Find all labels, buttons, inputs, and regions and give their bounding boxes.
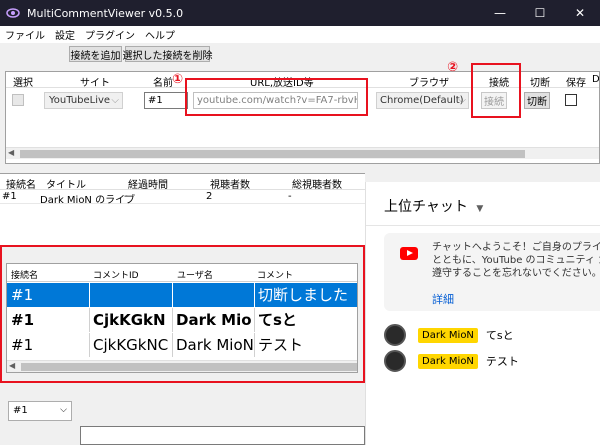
col-total-viewers: 総視聴者数 [292,180,342,191]
menu-help[interactable]: ヘルプ [140,27,180,42]
details-link[interactable]: 詳細 [432,291,454,307]
chevron-down-icon: ⌵ [60,405,67,415]
window-title: MultiCommentViewer v0.5.0 [27,6,184,20]
add-connection-button[interactable]: 接続を追加 [69,46,122,62]
menu-plugins[interactable]: プラグイン [80,27,140,42]
col-name: 名前 [153,78,173,89]
stream-info-grid: 接続名 タイトル 経過時間 視聴者数 総視聴者数 #1 Dark MioN のラ… [0,173,365,245]
comment-input[interactable] [80,426,365,445]
annotation-number-2: ② [447,60,459,75]
divider [366,225,600,226]
welcome-banner: チャットへようこそ！ご自身のプライ とともに、YouTube のコミュニティ ガ… [384,233,600,311]
close-button[interactable]: ✕ [560,0,600,26]
col-connection-name: 接続名 [6,180,36,191]
site-select-value: YouTubeLive [49,95,111,106]
annotation-box-comments [0,245,365,383]
name-input[interactable]: #1 [144,92,188,109]
stream-info-header: 接続名 タイトル 経過時間 視聴者数 総視聴者数 [0,174,365,191]
col-browser: ブラウザ [409,78,449,89]
browser-select-value: Chrome(Default) [380,95,464,106]
col-site: サイト [80,78,110,89]
chat-message[interactable]: Dark MioN テスト [384,349,519,373]
col-disconnect: 切断 [530,78,550,89]
welcome-text: チャットへようこそ！ご自身のプライ とともに、YouTube のコミュニティ ガ… [432,242,600,279]
author-badge: Dark MioN [418,353,478,369]
chat-message[interactable]: Dark MioN てsと [384,323,514,347]
site-select[interactable]: YouTubeLive ⌵ [44,92,123,109]
message-text: テスト [485,355,519,368]
title-bar: MultiCommentViewer v0.5.0 — ☐ ✕ [0,0,600,26]
avatar [384,324,406,346]
stream-row[interactable]: #1 Dark MioN のライブ - 2 - [0,190,365,206]
annotation-number-1: ① [172,72,184,87]
delete-selected-connection-button[interactable]: 選択した接続を削除 [123,46,213,62]
connection-select-value: #1 [13,405,28,416]
author-badge: Dark MioN [418,327,478,343]
chat-mode-dropdown[interactable]: 上位チャット ▼ [384,196,483,216]
chevron-down-icon: ⌵ [111,95,119,106]
select-checkbox[interactable] [12,94,24,106]
col-save: 保存 [566,78,586,89]
toolbar: 接続を追加 選択した接続を削除 [0,43,600,65]
message-text: てsと [485,329,514,342]
app-logo-icon [6,8,20,18]
browser-select[interactable]: Chrome(Default) ⌵ [376,92,469,109]
save-checkbox[interactable] [565,94,577,106]
youtube-chat-panel: 上位チャット ▼ チャットへようこそ！ご自身のプライ とともに、YouTube … [365,182,600,445]
chat-mode-label: 上位チャット [384,199,468,215]
menu-bar: ファイル 設定 プラグイン ヘルプ [0,26,600,43]
connections-hscrollbar[interactable]: ◀ [6,147,599,159]
chevron-down-icon: ⌵ [458,95,466,106]
menu-settings[interactable]: 設定 [50,27,80,42]
col-title: タイトル [46,180,86,191]
annotation-box-connect [471,63,521,118]
annotation-box-url [185,78,368,116]
col-viewers: 視聴者数 [210,180,250,191]
connection-select[interactable]: #1 ⌵ [8,401,72,421]
youtube-logo-icon [400,247,418,260]
caret-down-icon: ▼ [476,204,484,214]
maximize-button[interactable]: ☐ [520,0,560,26]
disconnect-button[interactable]: 切断 [524,92,550,109]
scrollbar-thumb[interactable] [20,150,525,158]
menu-file[interactable]: ファイル [0,27,50,42]
minimize-button[interactable]: — [480,0,520,26]
col-select: 選択 [13,78,33,89]
scroll-left-icon[interactable]: ◀ [8,148,14,157]
post-area: #1 ⌵ [0,383,365,445]
col-extra: D [592,74,600,85]
col-elapsed: 経過時間 [128,180,168,191]
avatar [384,350,406,372]
